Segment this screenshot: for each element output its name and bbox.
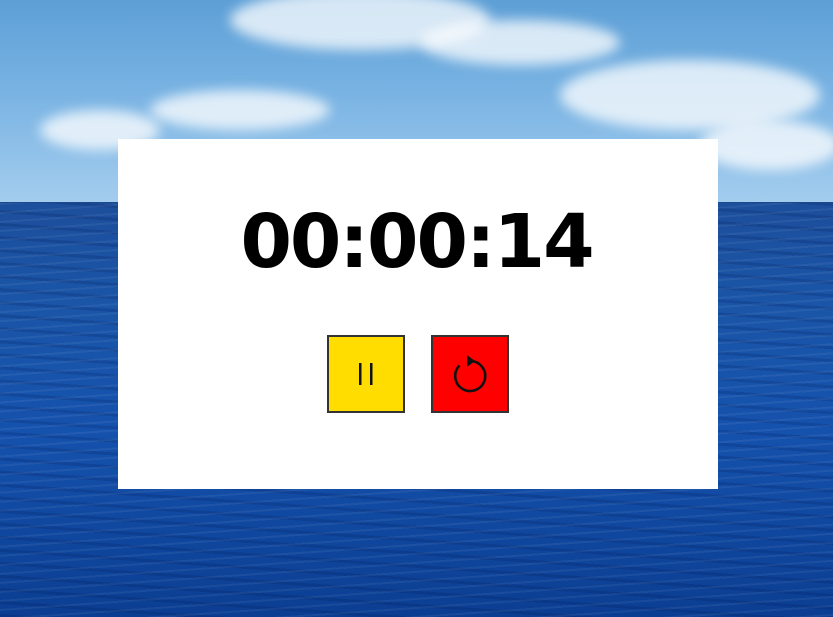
- pause-icon: [355, 361, 377, 387]
- timer-display: 00:00:14: [240, 199, 594, 285]
- cloud: [420, 20, 620, 65]
- stopwatch-card: [118, 139, 718, 489]
- restart-icon: [448, 352, 492, 396]
- cloud: [150, 90, 330, 130]
- pause-button[interactable]: [327, 335, 405, 413]
- cloud: [700, 120, 833, 170]
- reset-button[interactable]: [431, 335, 509, 413]
